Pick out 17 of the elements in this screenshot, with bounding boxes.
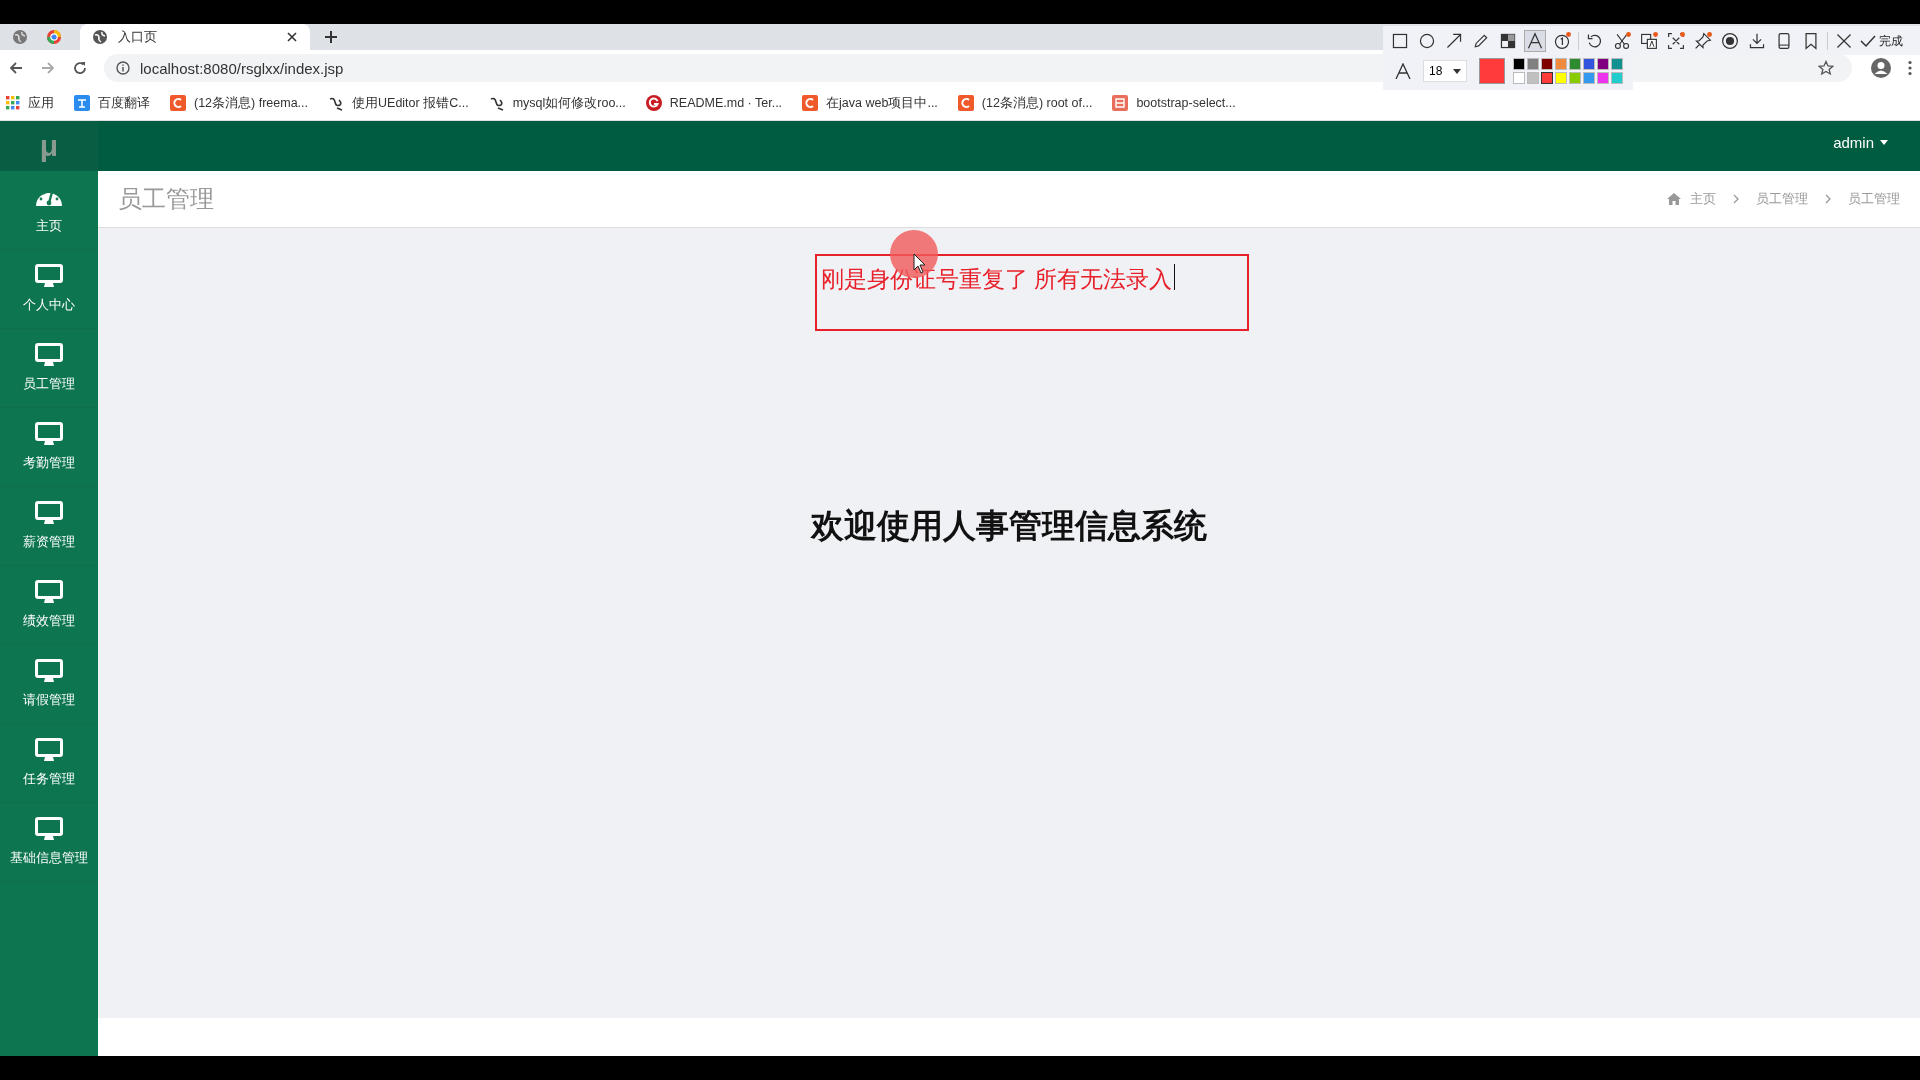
annotation-box[interactable]: 刚是身份证号重复了 所有无法录入 bbox=[815, 254, 1249, 331]
browser-tab[interactable]: 入口页 bbox=[80, 24, 310, 50]
page-title: 员工管理 bbox=[118, 184, 214, 214]
bookmark-item[interactable]: 在java web项目中... bbox=[802, 94, 938, 112]
font-size-dropdown[interactable]: 18 bbox=[1423, 60, 1467, 82]
done-button[interactable]: 完成 bbox=[1860, 32, 1903, 50]
bookmark-item[interactable]: 应用 bbox=[6, 94, 54, 112]
bookmark-item[interactable]: bootstrap-select... bbox=[1112, 95, 1236, 111]
bookmark-item[interactable]: 使用UEditor 报错C... bbox=[328, 94, 469, 112]
welcome-heading: 欢迎使用人事管理信息系统 bbox=[811, 506, 1207, 546]
bookmark-item[interactable]: (12条消息) root of... bbox=[957, 94, 1093, 112]
bookmark-item[interactable]: mysql如何修改roo... bbox=[488, 94, 626, 112]
bookmark-item[interactable]: (12条消息) freema... bbox=[170, 94, 309, 112]
bookmark-item[interactable]: README.md · Ter... bbox=[645, 95, 783, 111]
bookmark-item[interactable]: 百度翻译 bbox=[74, 94, 150, 112]
annotation-text: 刚是身份证号重复了 所有无法录入 bbox=[821, 265, 1173, 294]
user-menu[interactable]: admin bbox=[1833, 133, 1888, 151]
